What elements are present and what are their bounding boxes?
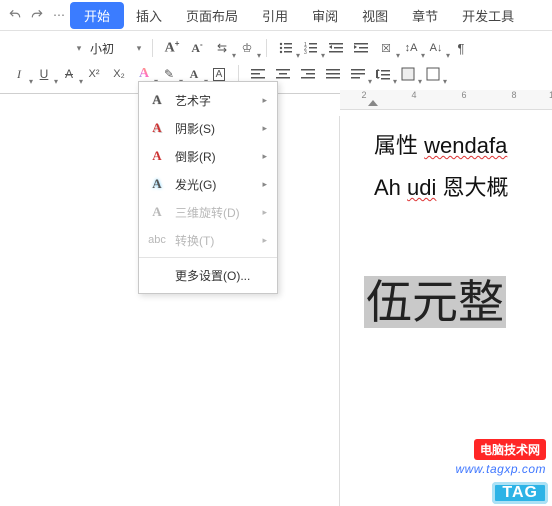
menu-label: 倒影(R) xyxy=(175,148,252,165)
undo-icon[interactable] xyxy=(4,1,26,29)
align-right-icon[interactable] xyxy=(297,63,319,85)
chevron-right-icon: ▸ xyxy=(262,235,267,246)
text: 恩大概 xyxy=(443,175,509,200)
superscript-button[interactable]: X² xyxy=(83,63,105,85)
menu-rotate3d: A 三维旋转(D) ▸ xyxy=(139,198,277,226)
separator xyxy=(266,39,267,57)
tab-reference[interactable]: 引用 xyxy=(250,1,300,30)
redo-icon[interactable] xyxy=(26,1,48,29)
chevron-right-icon: ▸ xyxy=(262,95,267,106)
chevron-down-icon[interactable]: ▾ xyxy=(134,43,144,54)
svg-text:3: 3 xyxy=(304,50,307,55)
blank-icon xyxy=(149,267,165,283)
menu-label: 更多设置(O)... xyxy=(175,267,267,284)
show-marks-icon[interactable]: ¶ xyxy=(450,37,472,59)
ruler-mark: 2 xyxy=(359,90,369,100)
text-effect-dropdown: A 艺术字 ▸ A 阴影(S) ▸ A 倒影(R) ▸ A 发光(G) ▸ A … xyxy=(138,81,278,294)
distribute-icon[interactable] xyxy=(347,63,369,85)
text-selection: 伍元整 xyxy=(364,276,506,328)
underline-button[interactable]: U xyxy=(33,63,55,85)
menu-glow[interactable]: A 发光(G) ▸ xyxy=(139,170,277,198)
menu-transform: abc 转换(T) ▸ xyxy=(139,226,277,254)
text-line[interactable]: Ah udi 恩大概 xyxy=(374,170,552,202)
text: Ah xyxy=(374,175,401,200)
menu-label: 阴影(S) xyxy=(175,120,252,137)
align-justify-icon[interactable] xyxy=(322,63,344,85)
line-spacing-icon[interactable] xyxy=(372,63,394,85)
ruler-mark: 8 xyxy=(509,90,519,100)
shadow-icon: A xyxy=(149,120,165,136)
clear-format-icon[interactable]: ♔ xyxy=(236,37,258,59)
font-family-combo[interactable] xyxy=(8,37,68,59)
rotate3d-icon: A xyxy=(149,204,165,220)
border-icon[interactable] xyxy=(422,63,444,85)
chevron-right-icon: ▸ xyxy=(262,179,267,190)
more-quickaccess-icon[interactable]: ⋯ xyxy=(48,1,70,29)
subscript-button[interactable]: X₂ xyxy=(108,63,130,85)
text-line[interactable]: 属性 wendafa xyxy=(374,128,552,160)
bullets-icon[interactable] xyxy=(275,37,297,59)
menu-shadow[interactable]: A 阴影(S) ▸ xyxy=(139,114,277,142)
increase-indent-icon[interactable] xyxy=(350,37,372,59)
watermark-url: www.tagxp.com xyxy=(455,462,546,476)
menu-reflection[interactable]: A 倒影(R) ▸ xyxy=(139,142,277,170)
tab-view[interactable]: 视图 xyxy=(350,1,400,30)
horizontal-ruler[interactable]: 2 4 6 8 10 xyxy=(340,90,552,110)
transform-icon: abc xyxy=(149,232,165,248)
asian-layout-icon[interactable]: ☒ xyxy=(375,37,397,59)
menu-wordart[interactable]: A 艺术字 ▸ xyxy=(139,86,277,114)
italic-button[interactable]: I xyxy=(8,63,30,85)
change-case-icon[interactable]: ⇆ xyxy=(211,37,233,59)
menu-more-settings[interactable]: 更多设置(O)... xyxy=(139,261,277,289)
decrease-font-icon[interactable]: A- xyxy=(186,37,208,59)
menu-label: 转换(T) xyxy=(175,232,252,249)
glow-icon: A xyxy=(149,176,165,192)
separator xyxy=(152,39,153,57)
sort-icon[interactable]: A↓ xyxy=(425,37,447,59)
chevron-right-icon: ▸ xyxy=(262,151,267,162)
tab-page-layout[interactable]: 页面布局 xyxy=(174,1,250,30)
chevron-down-icon[interactable]: ▾ xyxy=(74,43,84,54)
watermark: 电脑技术网 www.tagxp.com xyxy=(455,439,546,476)
watermark-title: 电脑技术网 xyxy=(474,439,546,460)
tab-review[interactable]: 审阅 xyxy=(300,1,350,30)
text-spellcheck: wendafa xyxy=(424,133,507,158)
indent-marker-icon[interactable] xyxy=(368,100,378,106)
menu-label: 艺术字 xyxy=(175,92,252,109)
decrease-indent-icon[interactable] xyxy=(325,37,347,59)
numbering-icon[interactable]: 123 xyxy=(300,37,322,59)
tab-dev[interactable]: 开发工具 xyxy=(450,1,526,30)
strikethrough-button[interactable]: A xyxy=(58,63,80,85)
shading-icon[interactable] xyxy=(397,63,419,85)
increase-font-icon[interactable]: A+ xyxy=(161,37,183,59)
chevron-right-icon: ▸ xyxy=(262,207,267,218)
selected-text[interactable]: 伍元整 xyxy=(364,266,506,332)
tag-badge: TAG xyxy=(492,482,548,504)
tab-start[interactable]: 开始 xyxy=(70,2,124,29)
separator xyxy=(139,257,277,258)
menu-label: 三维旋转(D) xyxy=(175,204,252,221)
text-spellcheck: udi xyxy=(407,175,436,200)
font-size-combo[interactable] xyxy=(90,37,128,59)
tab-chapter[interactable]: 章节 xyxy=(400,1,450,30)
text-direction-icon[interactable]: ↕A xyxy=(400,37,422,59)
reflection-icon: A xyxy=(149,148,165,164)
tab-bar: ⋯ 开始 插入 页面布局 引用 审阅 视图 章节 开发工具 xyxy=(0,0,552,30)
chevron-right-icon: ▸ xyxy=(262,123,267,134)
ruler-mark: 6 xyxy=(459,90,469,100)
text: 属性 xyxy=(374,133,418,158)
ruler-mark: 4 xyxy=(409,90,419,100)
menu-label: 发光(G) xyxy=(175,176,252,193)
tab-insert[interactable]: 插入 xyxy=(124,1,174,30)
wordart-icon: A xyxy=(149,92,165,108)
